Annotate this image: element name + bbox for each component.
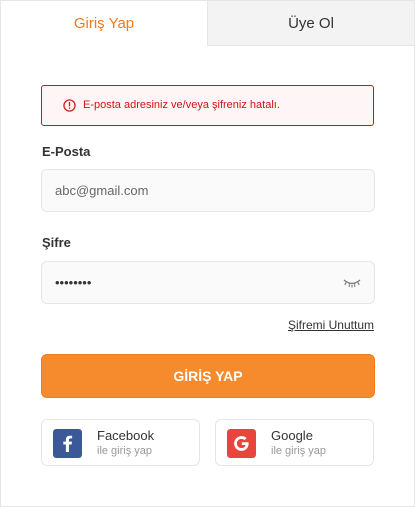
google-icon [227, 429, 256, 458]
login-card: Giriş Yap Üye Ol E-posta adresiniz ve/ve… [0, 0, 415, 507]
error-alert: E-posta adresiniz ve/veya şifreniz hatal… [41, 85, 374, 126]
facebook-icon [53, 429, 82, 458]
error-message: E-posta adresiniz ve/veya şifreniz hatal… [83, 99, 280, 111]
password-value: •••••••• [55, 275, 92, 290]
alert-circle-icon [63, 99, 76, 112]
email-field[interactable]: abc@gmail.com [41, 169, 375, 212]
facebook-label: Facebook [97, 428, 155, 443]
password-label: Şifre [42, 235, 71, 250]
google-login-button[interactable]: Google ile giriş yap [215, 419, 374, 466]
email-value: abc@gmail.com [55, 183, 149, 198]
google-label: Google [271, 428, 313, 443]
password-field[interactable]: •••••••• [41, 261, 375, 304]
auth-tabs: Giriş Yap Üye Ol [1, 1, 414, 46]
eye-closed-icon[interactable] [342, 276, 362, 290]
tab-login[interactable]: Giriş Yap [1, 1, 207, 46]
email-label: E-Posta [42, 144, 91, 159]
google-sublabel: ile giriş yap [271, 445, 327, 457]
forgot-password-link[interactable]: Şifremi Unuttum [288, 318, 374, 332]
facebook-sublabel: ile giriş yap [97, 445, 153, 457]
tab-signup[interactable]: Üye Ol [207, 1, 414, 46]
facebook-login-button[interactable]: Facebook ile giriş yap [41, 419, 200, 466]
login-button[interactable]: GİRİŞ YAP [41, 354, 375, 398]
